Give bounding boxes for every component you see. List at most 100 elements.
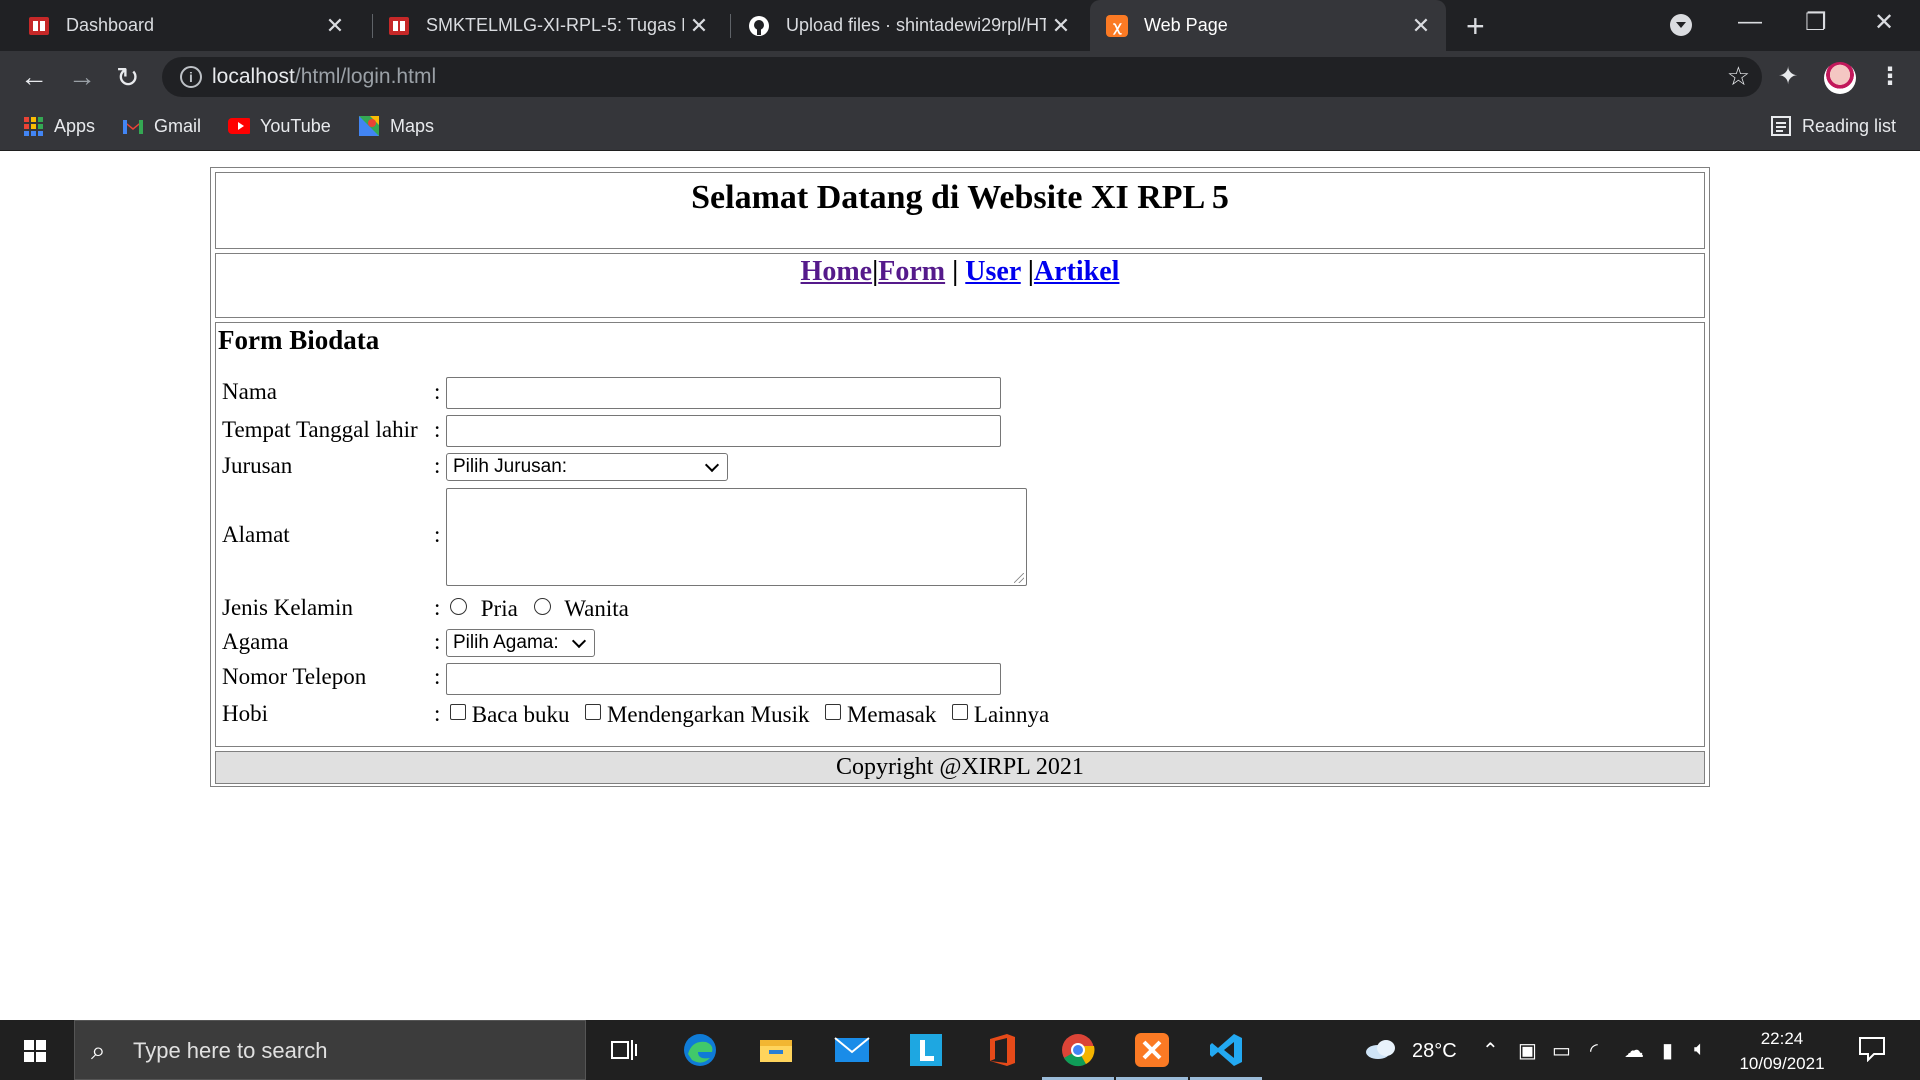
more-menu-icon[interactable]: ⋮: [1878, 62, 1902, 91]
tab-close-icon[interactable]: ✕: [684, 13, 714, 39]
url-text[interactable]: localhost/html/login.html: [212, 65, 436, 89]
reading-list-button[interactable]: Reading list: [1770, 115, 1896, 137]
address-bar[interactable]: i localhost/html/login.html ☆: [162, 57, 1762, 97]
lumen-l-app-icon[interactable]: [904, 1028, 948, 1072]
form-title: Form Biodata: [218, 325, 380, 355]
radio-pria[interactable]: [450, 598, 467, 615]
forward-arrow-icon[interactable]: →: [68, 61, 96, 93]
close-window-icon[interactable]: ✕: [1874, 8, 1894, 37]
reload-icon[interactable]: ↻: [116, 61, 139, 94]
profile-avatar[interactable]: [1824, 62, 1856, 94]
show-hidden-icons-chevron-icon[interactable]: ⌃: [1482, 1038, 1499, 1063]
xampp-taskbar-icon[interactable]: [1116, 1028, 1188, 1080]
label-jenis-kelamin: Jenis Kelamin: [222, 595, 353, 620]
battery-icon[interactable]: ▭: [1552, 1038, 1571, 1063]
bookmark-youtube[interactable]: YouTube: [228, 115, 331, 137]
maps-icon: [358, 115, 380, 137]
edge-browser-icon[interactable]: [678, 1028, 722, 1072]
vscode-icon[interactable]: [1190, 1028, 1262, 1080]
windows-taskbar: ⌕ Type here to search 28°C ⌃ ▣ ▭ ◜ ☁ ▮ 🔈…: [0, 1020, 1920, 1080]
tab-title: Dashboard: [66, 15, 155, 35]
reading-list-icon: [1770, 115, 1792, 137]
new-tab-plus-icon[interactable]: +: [1466, 8, 1485, 45]
agama-select[interactable]: Pilih Agama:: [446, 629, 595, 657]
nav-link-user[interactable]: User: [965, 256, 1020, 287]
nama-input[interactable]: [446, 377, 1001, 409]
nav-link-artikel[interactable]: Artikel: [1034, 256, 1120, 287]
footer-copyright: Copyright @XIRPL 2021: [836, 754, 1084, 780]
gender-options: Pria Wanita: [450, 596, 629, 622]
label-agama: Agama: [222, 629, 289, 654]
bookmarks-bar: Apps Gmail YouTube Maps Reading list: [0, 103, 1920, 151]
page-title: Selamat Datang di Website XI RPL 5: [691, 179, 1229, 216]
checkbox-lainnya[interactable]: [952, 704, 969, 720]
volume-icon[interactable]: 🔈︎: [1694, 1038, 1706, 1061]
weather-temperature[interactable]: 28°C: [1412, 1040, 1457, 1063]
apps-grid-icon: [22, 115, 44, 137]
chrome-icon[interactable]: [1042, 1028, 1114, 1080]
bookmark-gmail[interactable]: Gmail: [122, 115, 201, 137]
file-explorer-icon[interactable]: [754, 1028, 798, 1072]
tab-close-icon[interactable]: ✕: [1406, 13, 1436, 39]
clock-date: 10/09/2021: [1739, 1054, 1825, 1073]
alamat-textarea[interactable]: [446, 488, 1027, 586]
mail-icon[interactable]: [830, 1028, 874, 1072]
restore-icon[interactable]: ❐: [1805, 8, 1827, 37]
footer-cell: Copyright @XIRPL 2021: [215, 751, 1705, 784]
checkbox-baca-buku[interactable]: [450, 704, 466, 720]
colon: :: [434, 417, 441, 442]
header-cell: Selamat Datang di Website XI RPL 5: [215, 172, 1705, 249]
nav-cell: Home|Form | User |Artikel: [215, 253, 1705, 318]
jurusan-select[interactable]: Pilih Jurusan:: [446, 453, 728, 481]
agama-selected-value: Pilih Agama:: [453, 632, 559, 653]
tab-title: Upload files · shintadewi29rpl/HT: [786, 15, 1046, 35]
task-view-icon[interactable]: [602, 1028, 646, 1072]
bookmark-label: Apps: [54, 115, 96, 136]
form-row-agama: Agama : Pilih Agama:: [216, 629, 1696, 659]
bookmark-maps[interactable]: Maps: [358, 115, 434, 137]
tab-web-page[interactable]: ꭓ Web Page ✕: [1090, 0, 1446, 51]
onedrive-warning-icon[interactable]: ☁: [1624, 1038, 1644, 1063]
label-nama: Nama: [222, 379, 277, 404]
form-row-hobi: Hobi : Baca buku Mendengarkan Musik Mema…: [216, 701, 1696, 731]
tab-close-icon[interactable]: ✕: [1046, 13, 1076, 39]
browser-toolbar: ← → ↻ i localhost/html/login.html ☆ ✦ ⋮: [0, 51, 1920, 103]
radio-wanita[interactable]: [533, 598, 551, 615]
colon: :: [434, 629, 441, 654]
system-clock[interactable]: 22:24 10/09/2021: [1736, 1026, 1828, 1076]
microphone-icon[interactable]: ▮: [1662, 1038, 1673, 1063]
bookmark-apps[interactable]: Apps: [22, 115, 95, 137]
minimize-icon[interactable]: —: [1738, 8, 1762, 36]
label-mendengarkan-musik: Mendengarkan Musik: [606, 702, 810, 727]
site-info-icon[interactable]: i: [180, 66, 202, 88]
checkbox-memasak[interactable]: [825, 704, 842, 720]
label-lainnya: Lainnya: [973, 702, 1050, 727]
back-arrow-icon[interactable]: ←: [20, 61, 48, 93]
nomor-telepon-input[interactable]: [446, 663, 1001, 695]
tab-smktelmlg[interactable]: SMKTELMLG-XI-RPL-5: Tugas Lay ✕: [360, 0, 724, 51]
checkbox-mendengarkan-musik[interactable]: [585, 704, 602, 720]
clock-time: 22:24: [1760, 1029, 1804, 1048]
colon: :: [434, 522, 441, 547]
label-memasak: Memasak: [846, 702, 937, 727]
weather-cloud-icon[interactable]: [1364, 1038, 1398, 1066]
xampp-icon: ꭓ: [1106, 14, 1128, 37]
extensions-puzzle-icon[interactable]: ✦: [1778, 62, 1798, 91]
office-icon[interactable]: [980, 1028, 1024, 1072]
taskbar-search-box[interactable]: ⌕ Type here to search: [74, 1020, 586, 1080]
bookmark-star-icon[interactable]: ☆: [1727, 61, 1750, 92]
form-cell: Form Biodata Nama : Tempat Tanggal lahir…: [215, 322, 1705, 747]
tab-search-chevron-icon[interactable]: [1670, 14, 1692, 36]
label-wanita: Wanita: [564, 596, 629, 621]
windows-start-icon[interactable]: [24, 1040, 46, 1062]
tempat-tanggal-lahir-input[interactable]: [446, 415, 1001, 447]
form-row-jenis-kelamin: Jenis Kelamin : Pria Wanita: [216, 595, 1696, 625]
tab-github-upload[interactable]: Upload files · shintadewi29rpl/HT ✕: [720, 0, 1086, 51]
wifi-icon[interactable]: ◜: [1590, 1038, 1598, 1063]
meet-now-icon[interactable]: ▣: [1518, 1038, 1537, 1063]
nav-link-form[interactable]: Form: [878, 256, 945, 287]
tab-close-icon[interactable]: ✕: [320, 13, 350, 39]
tab-dashboard[interactable]: Dashboard ✕: [0, 0, 360, 51]
notifications-icon[interactable]: [1858, 1036, 1886, 1068]
nav-link-home[interactable]: Home: [801, 256, 873, 287]
